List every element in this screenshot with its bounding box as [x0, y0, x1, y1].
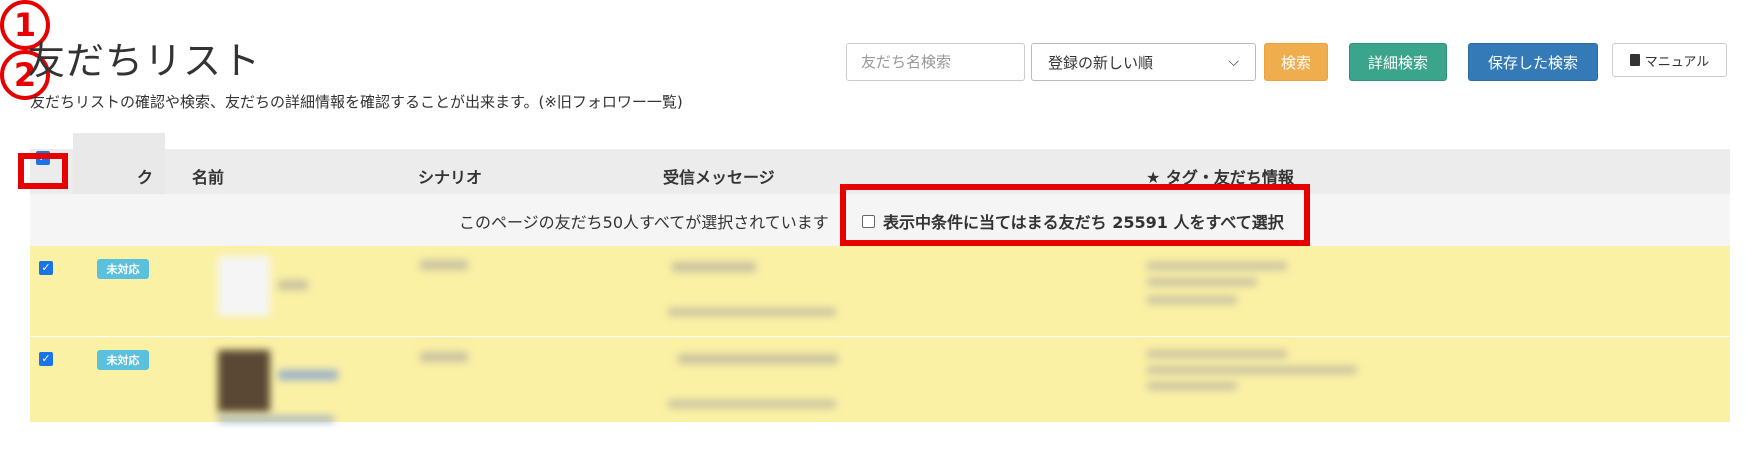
sort-select-value: 登録の新しい順: [1048, 53, 1154, 72]
blurred-message: [678, 354, 838, 364]
selection-notice-text: このページの友だち50人すべてが選択されています: [459, 213, 829, 232]
sort-select[interactable]: 登録の新しい順 ⌵: [1031, 43, 1256, 81]
blurred-name: [278, 370, 338, 380]
blurred-tags: [1147, 366, 1357, 374]
column-header-mark: ク: [137, 168, 154, 187]
blurred-message-date: [668, 400, 836, 408]
blurred-message: [672, 262, 756, 272]
status-badge: 未対応: [97, 259, 149, 279]
row-checkbox[interactable]: ✓: [39, 261, 53, 275]
status-badge: 未対応: [97, 350, 149, 370]
blurred-tags: [1147, 278, 1257, 286]
annotation-highlight-1: [18, 153, 68, 189]
blurred-tags: [1147, 296, 1237, 304]
blurred-tags: [1147, 382, 1237, 390]
column-header-scenario[interactable]: シナリオ: [418, 164, 482, 188]
manual-label: マニュアル: [1644, 54, 1710, 70]
chevron-down-icon: ⌵: [1228, 54, 1239, 70]
blurred-message-date: [668, 308, 836, 316]
table-row[interactable]: [30, 246, 1730, 336]
manual-button[interactable]: マニュアル: [1612, 43, 1727, 77]
book-icon: [1629, 54, 1640, 66]
column-header-messages[interactable]: 受信メッセージ: [663, 164, 775, 188]
avatar: [218, 256, 270, 316]
avatar: [218, 350, 270, 412]
column-header-name[interactable]: 名前: [192, 164, 224, 188]
row-checkbox[interactable]: ✓: [39, 352, 53, 366]
blurred-name: [278, 280, 308, 290]
page-description: 友だちリストの確認や検索、友だちの詳細情報を確認することが出来ます。(※旧フォロ…: [30, 93, 683, 111]
blurred-tags: [1147, 350, 1287, 358]
friend-name-search-input[interactable]: [846, 43, 1025, 81]
blurred-tags: [1147, 262, 1287, 270]
detail-search-button[interactable]: 詳細検索: [1349, 43, 1447, 81]
page-title: 友だちリスト: [27, 39, 262, 83]
saved-search-button[interactable]: 保存した検索: [1468, 43, 1598, 81]
blurred-name: [218, 416, 334, 422]
search-button[interactable]: 検索: [1264, 43, 1328, 81]
blurred-scenario: [420, 352, 468, 362]
annotation-highlight-2: [840, 184, 1310, 246]
blurred-scenario: [420, 260, 468, 270]
